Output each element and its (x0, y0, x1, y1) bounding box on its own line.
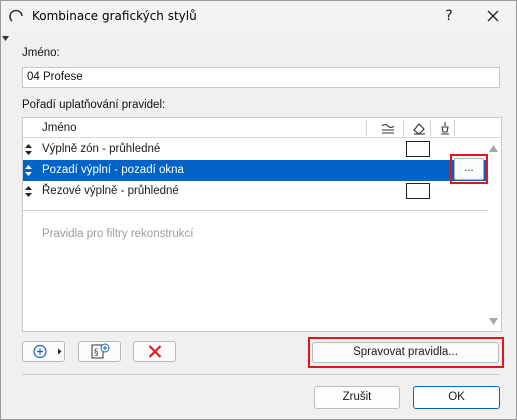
add-rule-icon: § (91, 343, 110, 359)
help-button[interactable]: ? (429, 4, 469, 29)
column-name-header[interactable]: Jméno (42, 122, 77, 134)
drag-handle-icon[interactable] (24, 144, 33, 155)
delete-x-icon (148, 345, 162, 358)
list-item[interactable]: Výplně zón - průhledné (23, 139, 488, 160)
scroll-down-icon[interactable] (489, 318, 498, 325)
list-divider (23, 210, 488, 211)
column-divider (366, 120, 367, 136)
drag-handle-icon[interactable] (24, 165, 33, 176)
list-header: Jméno (23, 118, 501, 138)
column-divider (403, 120, 404, 136)
rules-list[interactable]: Jméno Výplně zón - průhledné Pozadí výpl… (22, 117, 502, 332)
name-field[interactable]: 04 Profese (22, 67, 500, 88)
panel-collapse-icon[interactable] (2, 36, 9, 41)
add-circle-icon (33, 344, 62, 359)
close-button[interactable] (471, 4, 515, 29)
dialog-title: Kombinace grafických stylů (32, 9, 197, 23)
list-item-selected[interactable]: Pozadí výplní - pozadí okna (23, 160, 488, 181)
list-item-label: Pozadí výplní - pozadí okna (42, 164, 184, 176)
column-divider (430, 120, 431, 136)
fill-bucket-icon (413, 123, 425, 135)
scroll-up-icon[interactable] (489, 145, 498, 152)
fill-swatch[interactable] (406, 183, 430, 199)
name-label: Jméno: (22, 47, 60, 59)
list-item-label: Řezové výplně - průhledné (42, 185, 179, 197)
close-icon (487, 10, 499, 22)
list-item[interactable]: Řezové výplně - průhledné (23, 181, 488, 202)
layers-icon (381, 123, 395, 134)
list-item-label: Výplně zón - průhledné (42, 143, 161, 155)
pen-icon (441, 122, 449, 135)
new-rule-button[interactable]: § (78, 341, 121, 362)
reconstruction-filter-placeholder: Pravidla pro filtry rekonstrukcí (42, 228, 194, 240)
rule-settings-button[interactable]: ... (454, 158, 484, 180)
rules-order-label: Pořadí uplatňování pravidel: (22, 99, 166, 111)
dialog-window: Kombinace grafických stylů ? Jméno: 04 P… (0, 0, 517, 420)
cancel-button[interactable]: Zrušit (314, 386, 400, 409)
add-rule-dropdown-button[interactable] (22, 341, 65, 362)
refresh-arc-icon (9, 9, 23, 22)
manage-rules-button[interactable]: Spravovat pravidla... (312, 342, 499, 363)
column-divider (454, 120, 455, 136)
delete-rule-button[interactable] (133, 341, 176, 362)
footer-divider (22, 374, 500, 375)
ok-button[interactable]: OK (413, 386, 500, 409)
fill-swatch[interactable] (406, 141, 430, 157)
svg-text:§: § (94, 348, 99, 358)
drag-handle-icon[interactable] (24, 186, 33, 197)
title-bar: Kombinace grafických stylů ? (1, 1, 516, 32)
